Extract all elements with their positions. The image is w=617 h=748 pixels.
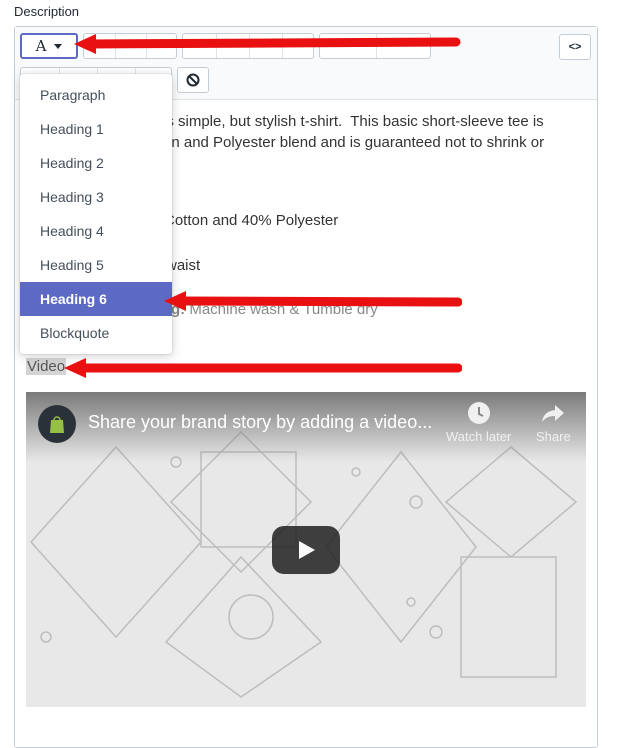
menu-item-heading-1[interactable]: Heading 1 — [20, 112, 172, 146]
menu-item-heading-4[interactable]: Heading 4 — [20, 214, 172, 248]
content-line: is simple, but stylish t-shirt. This bas… — [163, 113, 544, 130]
menu-item-blockquote[interactable]: Blockquote — [20, 316, 172, 350]
content-line: Cotton and 40% Polyester — [164, 212, 339, 229]
description-label: Description — [14, 4, 80, 19]
watch-later-label: Watch later — [446, 429, 512, 444]
text-format-button[interactable]: A — [20, 33, 78, 59]
menu-item-heading-3[interactable]: Heading 3 — [20, 180, 172, 214]
annotation-arrow-3 — [64, 358, 462, 378]
play-icon — [299, 541, 315, 559]
clock-icon — [467, 402, 490, 424]
menu-item-heading-5[interactable]: Heading 5 — [20, 248, 172, 282]
clear-formatting-button[interactable] — [177, 67, 209, 93]
play-button[interactable] — [272, 526, 340, 574]
block-icon — [186, 73, 200, 87]
format-dropdown-menu: Paragraph Heading 1 Heading 2 Heading 3 … — [20, 74, 172, 354]
embedded-video[interactable]: Share your brand story by adding a video… — [26, 392, 586, 707]
html-toggle-button[interactable]: <> — [559, 34, 591, 60]
video-title[interactable]: Share your brand story by adding a video… — [88, 412, 432, 433]
share-icon — [542, 405, 565, 422]
chevron-down-icon — [54, 43, 63, 49]
selected-text-video[interactable]: Video — [26, 358, 67, 375]
menu-item-heading-2[interactable]: Heading 2 — [20, 146, 172, 180]
content-line: on and Polyester blend and is guaranteed… — [163, 134, 545, 151]
menu-item-heading-6[interactable]: Heading 6 — [20, 282, 172, 316]
share-label: Share — [536, 429, 571, 444]
menu-item-paragraph[interactable]: Paragraph — [20, 78, 172, 112]
annotation-arrow-1 — [74, 34, 461, 54]
font-icon: A — [35, 37, 47, 55]
share-button[interactable]: Share — [536, 400, 571, 444]
watch-later-button[interactable]: Watch later — [446, 400, 511, 444]
annotation-arrow-2 — [164, 291, 462, 311]
shopping-bag-icon — [50, 416, 64, 433]
channel-logo-icon[interactable] — [38, 405, 76, 443]
